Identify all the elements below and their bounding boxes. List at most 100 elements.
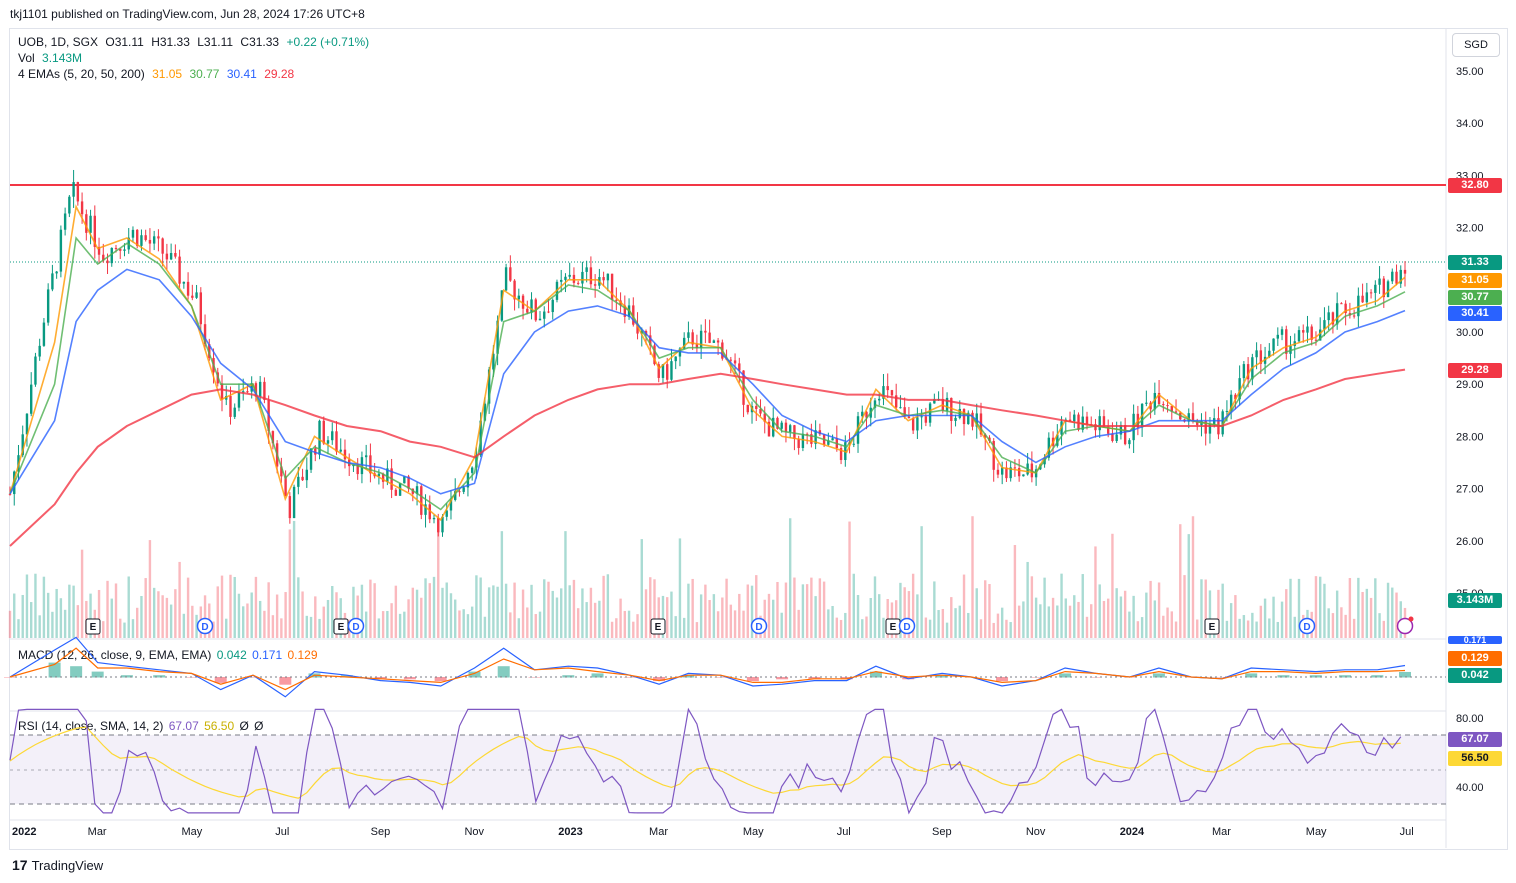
candle-body (131, 229, 135, 238)
volume-bar (555, 597, 559, 638)
candle-body (1098, 416, 1101, 431)
volume-bar (560, 588, 563, 638)
volume-bar (415, 589, 419, 638)
time-axis-label: Mar (1211, 826, 1231, 838)
volume-bar (55, 588, 58, 638)
price-chart[interactable]: EDEDEDEDED 35.0034.0033.0032.0030.0029.0… (0, 0, 1516, 883)
volume-bar (636, 614, 639, 638)
volume-bar (466, 614, 470, 638)
volume-bar (25, 574, 29, 638)
volume-bar (878, 594, 881, 638)
volume-bar (114, 583, 118, 638)
volume-bar (30, 602, 33, 638)
volume-bar (1064, 598, 1067, 638)
volume-bar (1056, 605, 1059, 638)
volume-bar (1229, 603, 1233, 638)
candle-body (1022, 474, 1025, 477)
volume-bar (284, 592, 287, 638)
volume-bar (988, 584, 991, 638)
tradingview-logo[interactable]: 17 TradingView (12, 857, 103, 873)
price-axis-label: 27.00 (1456, 484, 1484, 496)
volume-bar (551, 590, 554, 638)
hist-tag: 0.042 (1448, 668, 1502, 683)
candle-body (1272, 338, 1275, 351)
ema-line-1 (9, 204, 1406, 522)
volume-bar (687, 583, 690, 638)
volume-bar (1395, 592, 1398, 638)
volume-bar (962, 574, 966, 638)
candle-body (666, 364, 669, 380)
volume-bar (1123, 590, 1127, 638)
volume-bar (534, 614, 537, 638)
volume-bar (390, 603, 393, 638)
candle-body (140, 235, 143, 246)
candle-body (716, 340, 720, 343)
candle-body (1128, 440, 1131, 445)
volume-bar (420, 597, 423, 638)
volume-bar (517, 618, 521, 638)
volume-bar (564, 531, 567, 638)
volume-bar (1081, 574, 1084, 638)
volume-bar (1272, 596, 1275, 638)
event-marker-label: D (352, 622, 359, 633)
candle-body (297, 476, 300, 487)
candle-body (68, 196, 71, 214)
candle-body (1374, 284, 1377, 293)
volume-bar (1166, 607, 1169, 638)
candle-body (564, 276, 567, 280)
volume-bar (309, 616, 313, 638)
volume-bar (364, 611, 368, 638)
candle-body (1403, 269, 1407, 274)
candle-body (962, 408, 966, 425)
volume-bar (793, 577, 796, 638)
candle-body (34, 356, 37, 385)
volume-bar (839, 619, 843, 638)
volume-bar (1102, 600, 1106, 638)
ema-line-2 (9, 236, 1406, 511)
volume-bar (530, 584, 533, 638)
volume-bar (1318, 576, 1322, 638)
event-marker-label: E (655, 622, 662, 633)
volume-bar (1323, 583, 1326, 638)
candle-body (458, 491, 461, 493)
volume-bar (369, 579, 372, 638)
event-marker-label: E (338, 622, 345, 633)
volume-bar (928, 619, 932, 638)
volume-bar (1170, 611, 1173, 638)
price-axis[interactable]: 35.0034.0033.0032.0030.0029.0028.0027.00… (1456, 66, 1484, 794)
volume-bar (1119, 596, 1123, 638)
candle-body (1162, 404, 1165, 406)
volume-bar (242, 606, 245, 638)
event-marker-label: E (90, 622, 97, 633)
time-axis-label: Mar (649, 826, 668, 838)
candle-body (63, 213, 67, 230)
candle-body (576, 282, 580, 284)
volume-bar (873, 576, 877, 638)
volume-bar (627, 610, 631, 638)
volume-bar (1246, 620, 1250, 638)
volume-bar (470, 606, 474, 638)
volume-bar (377, 618, 381, 638)
volume-bar (462, 609, 465, 638)
volume-bar (1153, 600, 1157, 638)
time-axis-label: May (1305, 826, 1327, 838)
candle-body (246, 391, 249, 393)
candle-body (326, 440, 330, 444)
volume-bar (1090, 604, 1093, 638)
candle-body (462, 487, 465, 492)
volume-bar (996, 613, 1000, 638)
time-axis-label: May (181, 826, 203, 838)
candle-body (581, 271, 584, 284)
volume-bar (13, 593, 16, 638)
volume-bar (767, 593, 771, 638)
candle-body (797, 438, 800, 449)
volume-bar (301, 591, 304, 638)
volume-bar (509, 612, 512, 638)
candle-body (504, 267, 508, 291)
candle-body (38, 345, 41, 357)
volume-bar (475, 575, 478, 638)
volume-bar (937, 610, 940, 638)
candle-body (911, 418, 915, 431)
candle-body (106, 260, 109, 264)
volume-bar (1285, 589, 1288, 638)
